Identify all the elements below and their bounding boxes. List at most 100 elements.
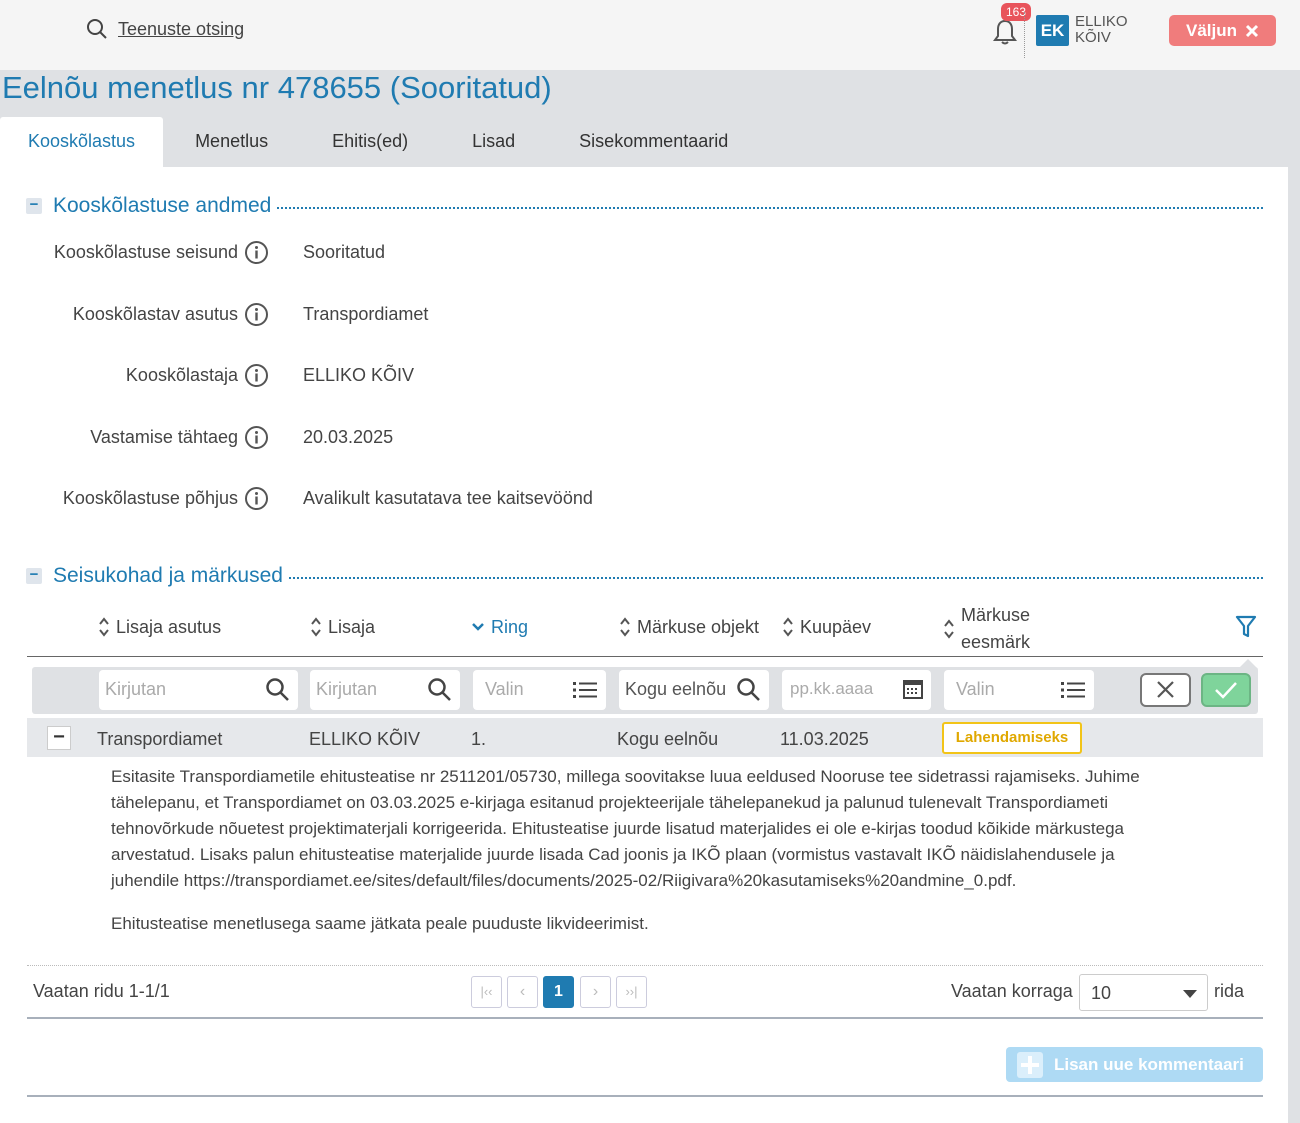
search-label: Teenuste otsing [118, 18, 245, 39]
info-icon[interactable] [244, 302, 269, 327]
purpose-filter-select[interactable]: Valin [944, 670, 1094, 710]
table-row[interactable]: − Transpordiamet ELLIKO KÕIV 1. Kogu eel… [27, 718, 1263, 757]
user-last-name: KÕIV [1075, 29, 1111, 46]
field-value: ELLIKO KÕIV [303, 365, 415, 385]
placeholder: Valin [485, 679, 524, 699]
comment-line: arvestatud. Lisaks palun ehitusteatise m… [111, 845, 1115, 864]
field-label: Kooskõlastuse seisund [53, 242, 238, 262]
tab-bar: Kooskõlastus Menetlus Ehitis(ed) Lisad S… [0, 117, 760, 167]
avatar[interactable]: EK [1036, 15, 1069, 46]
search-icon [87, 19, 107, 39]
last-page-button[interactable]: ››| [616, 976, 647, 1008]
plus-icon [1017, 1051, 1043, 1078]
next-page-button[interactable]: › [580, 976, 611, 1008]
divider [1024, 12, 1025, 58]
filter-icon[interactable] [1235, 615, 1257, 639]
page-title: Eelnõu menetlus nr 478655 (Sooritatud) [2, 70, 552, 105]
clear-filters-button[interactable] [1140, 673, 1191, 707]
prev-page-button[interactable]: ‹ [507, 976, 538, 1008]
column-label: Kuupäev [800, 616, 872, 637]
logout-button[interactable]: Väljun [1169, 15, 1276, 46]
close-icon [1157, 681, 1174, 698]
cell-author: ELLIKO KÕIV [309, 729, 421, 749]
apply-filters-button[interactable] [1201, 673, 1251, 707]
tab-sisekommentaarid[interactable]: Sisekommentaarid [547, 117, 760, 167]
collapse-details-button[interactable]: − [26, 197, 42, 214]
object-filter-input[interactable]: Kogu eelnõu [619, 670, 769, 710]
details-section-header: − Kooskõlastuse andmed [26, 194, 1263, 218]
column-header-object[interactable]: Märkuse objekt [619, 616, 759, 638]
tab-ehitised[interactable]: Ehitis(ed) [300, 117, 440, 167]
user-first-name: ELLIKO [1075, 13, 1128, 30]
service-search-link[interactable]: Teenuste otsing [86, 18, 244, 40]
date-filter-input[interactable]: pp.kk.aaaa [782, 670, 931, 710]
column-label: Märkuse objekt [637, 616, 760, 637]
round-filter-select[interactable]: Valin [473, 670, 606, 710]
author-filter-input[interactable]: Kirjutan [310, 670, 460, 710]
info-icon[interactable] [244, 486, 269, 511]
dotted-divider [277, 206, 1263, 209]
search-icon [737, 678, 760, 701]
page-size-value: 10 [1091, 983, 1112, 1003]
dotted-divider [288, 576, 1263, 579]
column-header-author[interactable]: Lisaja [310, 616, 375, 638]
info-icon[interactable] [244, 240, 269, 265]
cell-agency: Transpordiamet [97, 729, 223, 749]
field-deadline: Vastamise tähtaeg 20.03.2025 [0, 423, 1288, 453]
close-icon [1245, 24, 1259, 37]
tab-lisad[interactable]: Lisad [440, 117, 547, 167]
page-size-select[interactable]: 10 [1079, 974, 1208, 1011]
remarks-section-title: Seisukohad ja märkused [53, 564, 283, 587]
panel-bottom-rule [27, 1095, 1263, 1097]
sort-icon [99, 617, 109, 637]
chevron-down-icon [472, 623, 484, 631]
field-value: Avalikult kasutatava tee kaitsevöönd [303, 488, 593, 508]
column-header-round[interactable]: Ring [471, 616, 528, 638]
column-label: Ring [491, 616, 529, 637]
search-icon [428, 678, 451, 701]
field-label: Kooskõlastuse põhjus [62, 488, 238, 508]
user-name[interactable]: ELLIKO KÕIV [1075, 14, 1135, 46]
placeholder: Kirjutan [105, 679, 167, 699]
bell-icon[interactable] [990, 17, 1020, 47]
comment-line: tähelepanu, et Transpordiamet on 03.03.2… [111, 793, 1109, 812]
column-header-agency[interactable]: Lisaja asutus [98, 616, 221, 638]
remarks-section-header: − Seisukohad ja märkused [26, 564, 1263, 588]
table-bottom-rule [27, 1017, 1263, 1019]
cell-round: 1. [471, 729, 487, 749]
column-label: Lisaja asutus [116, 616, 222, 637]
add-comment-button[interactable]: Lisan uue kommentaari [1006, 1047, 1263, 1082]
collapse-row-button[interactable]: − [47, 726, 71, 750]
tab-menetlus[interactable]: Menetlus [163, 117, 300, 167]
info-icon[interactable] [244, 363, 269, 388]
sort-icon [783, 617, 793, 637]
main-panel: − Kooskõlastuse andmed Kooskõlastuse sei… [0, 167, 1288, 1123]
comment-text-2: Ehitusteatise menetlusega saame jätkata … [111, 914, 649, 933]
collapse-remarks-button[interactable]: − [26, 567, 42, 584]
first-page-button[interactable]: |‹‹ [471, 976, 502, 1008]
field-reason: Kooskõlastuse põhjus Avalikult kasutatav… [0, 484, 1288, 514]
details-section-title: Kooskõlastuse andmed [53, 194, 272, 217]
list-icon [1061, 682, 1085, 698]
column-header-date[interactable]: Kuupäev [782, 616, 871, 638]
info-icon[interactable] [244, 425, 269, 450]
column-header-purpose[interactable]: Märkuse eesmärk [943, 602, 1030, 656]
agency-filter-input[interactable]: Kirjutan [99, 670, 298, 710]
placeholder: pp.kk.aaaa [790, 679, 874, 698]
field-approver: Kooskõlastaja ELLIKO KÕIV [0, 361, 1288, 391]
column-label: Lisaja [328, 616, 376, 637]
field-agency: Kooskõlastav asutus Transpordiamet [0, 300, 1288, 330]
logout-label: Väljun [1185, 20, 1237, 40]
tab-koosk[interactable]: Kooskõlastus [0, 117, 164, 167]
sort-icon [311, 617, 321, 637]
field-label: Kooskõlastav asutus [72, 304, 238, 324]
field-status: Kooskõlastuse seisund Sooritatud [0, 238, 1288, 268]
dotted-divider [27, 965, 1263, 966]
comment-line: Esitasite Transpordiametile ehitusteatis… [111, 767, 1140, 786]
field-value: Sooritatud [303, 242, 386, 262]
page-1-button[interactable]: 1 [543, 976, 574, 1008]
comment-line: tehnovõrkude nõuetest projektimaterjali … [111, 819, 1124, 838]
header-rule [27, 656, 1263, 657]
field-value: Transpordiamet [303, 304, 429, 324]
field-value: 20.03.2025 [303, 427, 394, 447]
